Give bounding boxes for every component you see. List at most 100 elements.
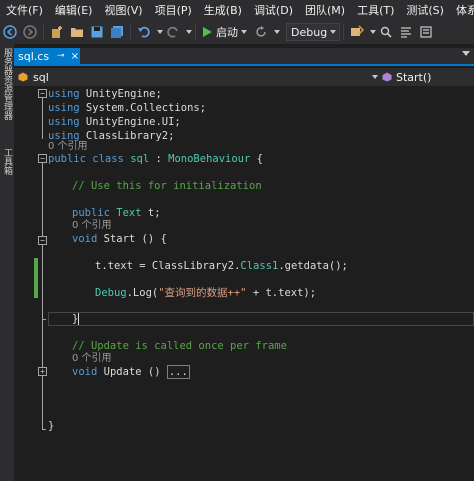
code-text: System.Collections; (79, 102, 207, 114)
code-text: UnityEngine.UI; (79, 116, 181, 128)
code-line: public class sql : MonoBehaviour { (14, 152, 263, 166)
editor-margin (14, 86, 34, 481)
new-item-icon[interactable] (49, 24, 65, 40)
comment-icon[interactable] (398, 24, 414, 40)
member-dropdown-value: Start() (396, 70, 432, 84)
refresh-icon[interactable] (253, 24, 269, 40)
keyword: public (48, 153, 86, 165)
code-text: .Log( (126, 287, 159, 299)
forward-icon[interactable] (22, 24, 38, 40)
menu-project[interactable]: 项目(P) (149, 2, 198, 18)
member-dropdown[interactable]: Start() (382, 69, 472, 85)
start-dropdown-icon[interactable] (241, 30, 247, 34)
menu-architecture[interactable]: 体系结 (450, 2, 474, 18)
redo-icon[interactable] (165, 24, 181, 40)
toolbar-separator (343, 24, 344, 40)
type-name: MonoBehaviour (168, 153, 251, 165)
tab-list-dropdown-icon[interactable] (462, 51, 470, 56)
code-line: Debug.Log("查询到的数据++" + t.text); (95, 286, 316, 300)
collapse-icon[interactable]: − (38, 236, 47, 245)
keyword: public (72, 207, 110, 219)
uncomment-icon[interactable] (418, 24, 434, 40)
code-text: UnityEngine; (79, 88, 162, 100)
code-text: + t.text); (246, 287, 317, 299)
play-icon (203, 27, 212, 37)
comment-text: // Update is called once per frame (72, 340, 287, 352)
save-all-icon[interactable] (109, 24, 125, 40)
keyword: void (72, 366, 98, 378)
undo-dropdown-icon[interactable] (157, 30, 163, 34)
browser-link-icon[interactable] (349, 24, 365, 40)
open-folder-icon[interactable] (69, 24, 85, 40)
codelens-reference[interactable]: 0 个引用 (72, 220, 112, 232)
menu-debug[interactable]: 调试(D) (248, 2, 299, 18)
collapsed-block[interactable]: ... (166, 365, 190, 379)
collapse-icon[interactable]: − (38, 89, 47, 98)
code-text: .getdata(); (278, 260, 348, 272)
code-line: using UnityEngine; (48, 87, 162, 101)
menu-file[interactable]: 文件(F) (0, 2, 49, 18)
codelens-reference[interactable]: 0 个引用 (72, 353, 112, 365)
type-dropdown[interactable]: sql (18, 69, 378, 85)
menu-team[interactable]: 团队(M) (299, 2, 351, 18)
menu-view[interactable]: 视图(V) (98, 2, 148, 18)
code-line: void Start () { (72, 232, 167, 246)
outline-guide-end (42, 319, 46, 320)
type-name: sql (130, 153, 150, 165)
code-line: public Text t; (72, 206, 161, 220)
type-name: Class1 (240, 260, 279, 272)
menu-edit[interactable]: 编辑(E) (49, 2, 99, 18)
save-icon[interactable] (89, 24, 105, 40)
expand-icon[interactable]: + (38, 367, 47, 376)
type-dropdown-value: sql (33, 70, 49, 84)
type-name: Text (109, 207, 142, 219)
code-text: : (149, 153, 169, 165)
text-caret (78, 313, 80, 325)
code-text: t.text = ClassLibrary2. (95, 260, 241, 272)
start-label: 启动 (216, 26, 238, 39)
close-icon[interactable]: × (71, 51, 79, 62)
toolbar-separator (43, 24, 44, 40)
start-button[interactable]: 启动 (199, 24, 251, 40)
menu-tools[interactable]: 工具(T) (351, 2, 400, 18)
comment-text: // Use this for initialization (72, 180, 262, 192)
change-indicator (34, 258, 38, 298)
tab-label: sql.cs (18, 49, 50, 63)
browser-link-dropdown-icon[interactable] (370, 30, 376, 34)
code-line: void Update () ... (72, 365, 190, 379)
configuration-value: Debug (291, 25, 328, 39)
tab-sql-cs[interactable]: sql.cs ⊸ × (14, 48, 80, 64)
configuration-select[interactable]: Debug (286, 23, 340, 41)
code-text: Update () (97, 366, 167, 378)
document-tab-bar: sql.cs ⊸ × (14, 48, 474, 66)
chevron-down-icon (372, 75, 378, 79)
menu-bar: 文件(F) 编辑(E) 视图(V) 项目(P) 生成(B) 调试(D) 团队(M… (0, 0, 474, 20)
toolbox-tab[interactable]: 工具箱 (1, 148, 13, 175)
redo-dropdown-icon[interactable] (186, 30, 192, 34)
code-text: Start () { (97, 233, 167, 245)
menu-test[interactable]: 测试(S) (400, 2, 450, 18)
back-icon[interactable] (2, 24, 18, 40)
type-name: Debug (95, 287, 127, 299)
code-line: } (48, 419, 54, 433)
code-comment: // Use this for initialization (72, 179, 262, 193)
refresh-dropdown-icon[interactable] (274, 30, 280, 34)
left-dock-strip: 服务器资源管理器 工具箱 (0, 44, 14, 481)
chevron-down-icon (330, 30, 337, 34)
code-editor[interactable]: − − − + using UnityEngine; using System.… (14, 86, 474, 481)
pin-icon[interactable]: ⊸ (57, 51, 65, 61)
find-icon[interactable] (378, 24, 394, 40)
code-line: t.text = ClassLibrary2.Class1.getdata(); (95, 259, 348, 273)
code-text: ClassLibrary2; (79, 130, 175, 142)
toolbar: 启动 Debug (0, 20, 474, 44)
navigation-bar: sql Start() (14, 68, 474, 86)
code-text: { (250, 153, 263, 165)
class-icon (18, 72, 28, 82)
undo-icon[interactable] (136, 24, 152, 40)
menu-build[interactable]: 生成(B) (198, 2, 248, 18)
toolbar-separator (130, 24, 131, 40)
server-explorer-tab[interactable]: 服务器资源管理器 (1, 48, 13, 120)
code-line: } (72, 312, 80, 326)
keyword: using (48, 102, 80, 114)
code-area: using UnityEngine; using System.Collecti… (48, 86, 474, 481)
